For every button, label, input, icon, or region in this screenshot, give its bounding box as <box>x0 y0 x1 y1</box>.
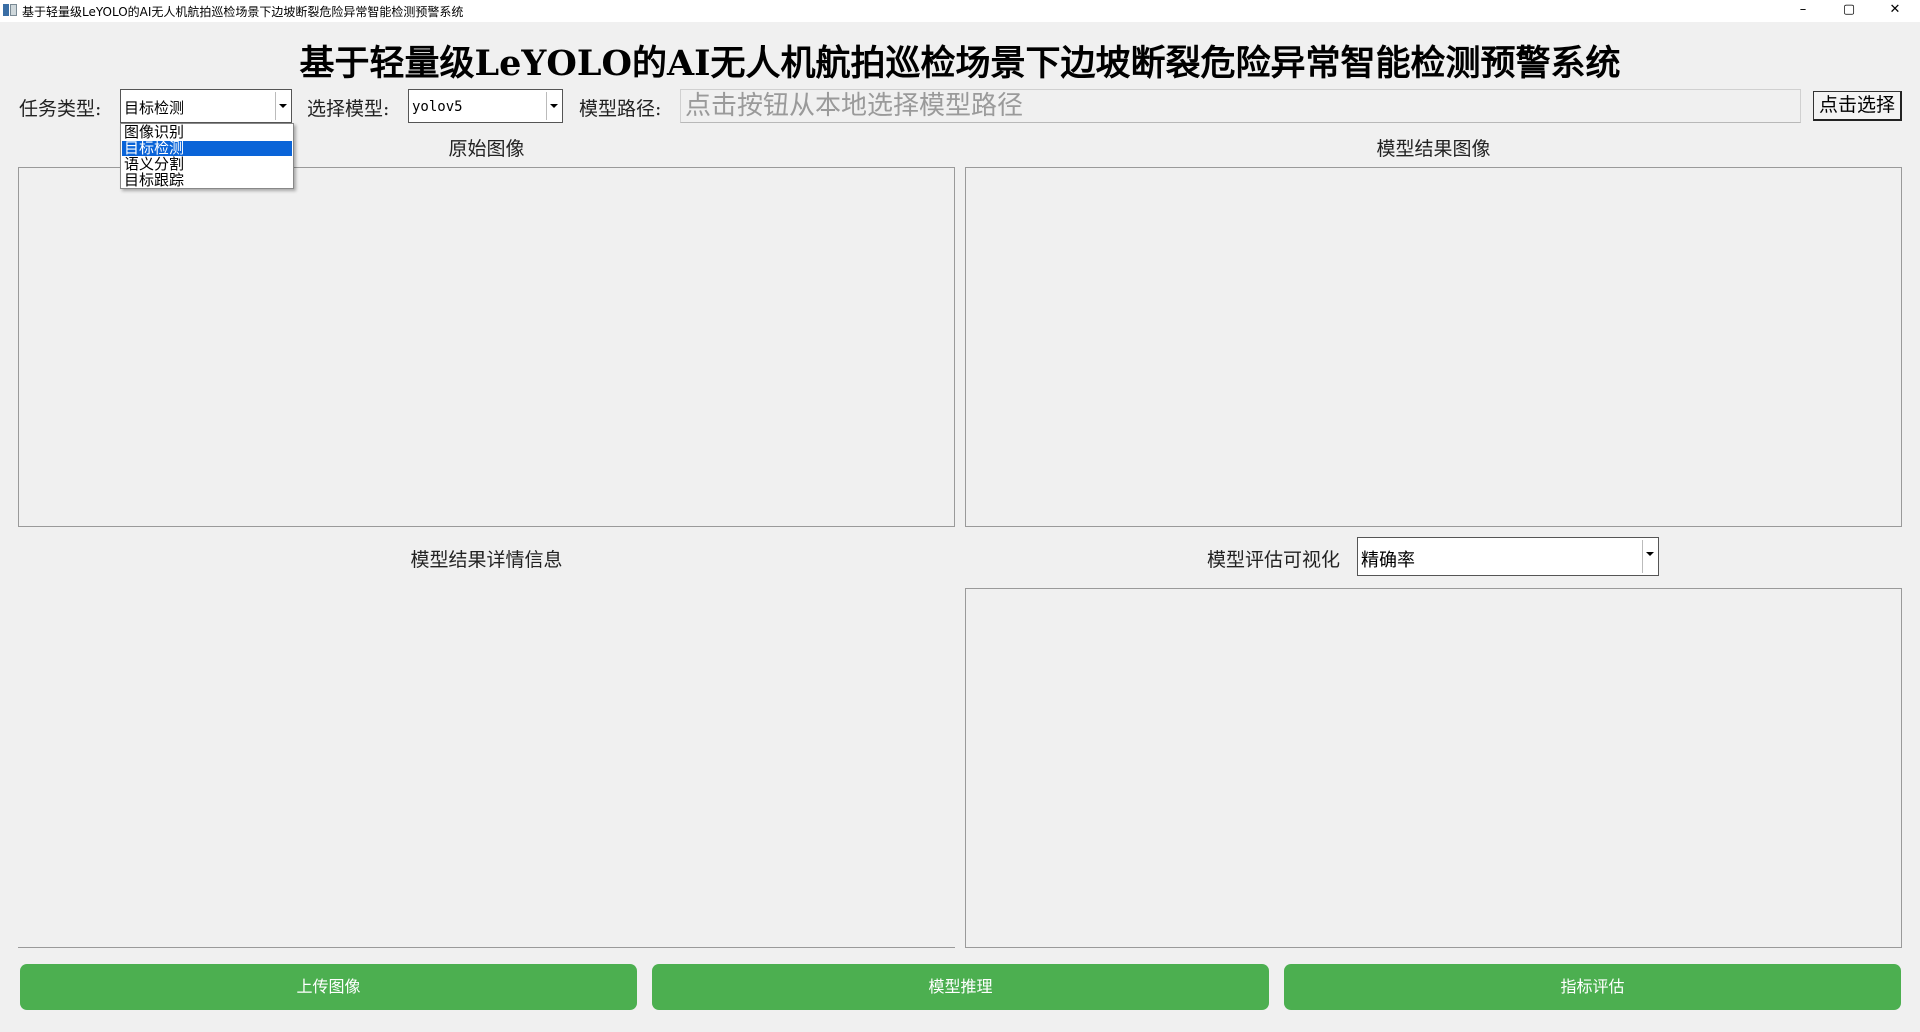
model-path-label: 模型路径: <box>579 98 662 120</box>
window-title: 基于轻量级LeYOLO的AI无人机航拍巡检场景下边坡断裂危险异常智能检测预警系统 <box>22 5 464 19</box>
model-path-field[interactable] <box>681 90 1800 122</box>
chevron-down-icon[interactable] <box>1642 540 1656 573</box>
dropdown-option-object-detection[interactable]: 目标检测 <box>122 141 292 156</box>
dropdown-option-object-tracking[interactable]: 目标跟踪 <box>122 173 292 188</box>
model-select-value: yolov5 <box>412 99 463 115</box>
result-image-panel <box>965 167 1902 527</box>
upload-image-button[interactable]: 上传图像 <box>20 964 637 1010</box>
task-type-dropdown-list: 图像识别 目标检测 语义分割 目标跟踪 <box>120 123 294 189</box>
original-image-panel <box>18 167 955 527</box>
task-type-value: 目标检测 <box>124 99 185 117</box>
maximize-button[interactable]: ▢ <box>1826 0 1872 22</box>
chevron-down-icon[interactable] <box>275 92 289 120</box>
eval-chart-panel <box>965 588 1902 948</box>
metric-eval-button[interactable]: 指标评估 <box>1284 964 1901 1010</box>
chevron-down-icon[interactable] <box>546 92 560 120</box>
model-infer-button[interactable]: 模型推理 <box>652 964 1269 1010</box>
dropdown-option-semantic-segmentation[interactable]: 语义分割 <box>122 157 292 172</box>
eval-vis-label: 模型评估可视化 <box>1207 549 1341 571</box>
result-image-title: 模型结果图像 <box>1376 138 1491 160</box>
model-select-label: 选择模型: <box>307 98 390 120</box>
model-select[interactable]: yolov5 <box>408 89 563 123</box>
task-type-select[interactable]: 目标检测 <box>120 89 292 123</box>
pick-model-button[interactable]: 点击选择 <box>1813 91 1902 121</box>
close-button[interactable]: ✕ <box>1872 0 1918 22</box>
detail-info-title: 模型结果详情信息 <box>410 549 563 571</box>
app-icon <box>3 4 17 16</box>
eval-metric-value: 精确率 <box>1361 550 1415 571</box>
model-path-field-wrapper <box>680 89 1801 123</box>
detail-info-panel[interactable] <box>18 588 955 948</box>
page-title: 基于轻量级LeYOLO的AI无人机航拍巡检场景下边坡断裂危险异常智能检测预警系统 <box>299 43 1621 84</box>
eval-metric-select[interactable]: 精确率 <box>1357 537 1659 576</box>
task-type-label: 任务类型: <box>19 98 102 120</box>
minimize-button[interactable]: – <box>1780 0 1826 22</box>
window-titlebar: 基于轻量级LeYOLO的AI无人机航拍巡检场景下边坡断裂危险异常智能检测预警系统… <box>0 0 1920 22</box>
dropdown-option-image-recognition[interactable]: 图像识别 <box>122 125 292 140</box>
